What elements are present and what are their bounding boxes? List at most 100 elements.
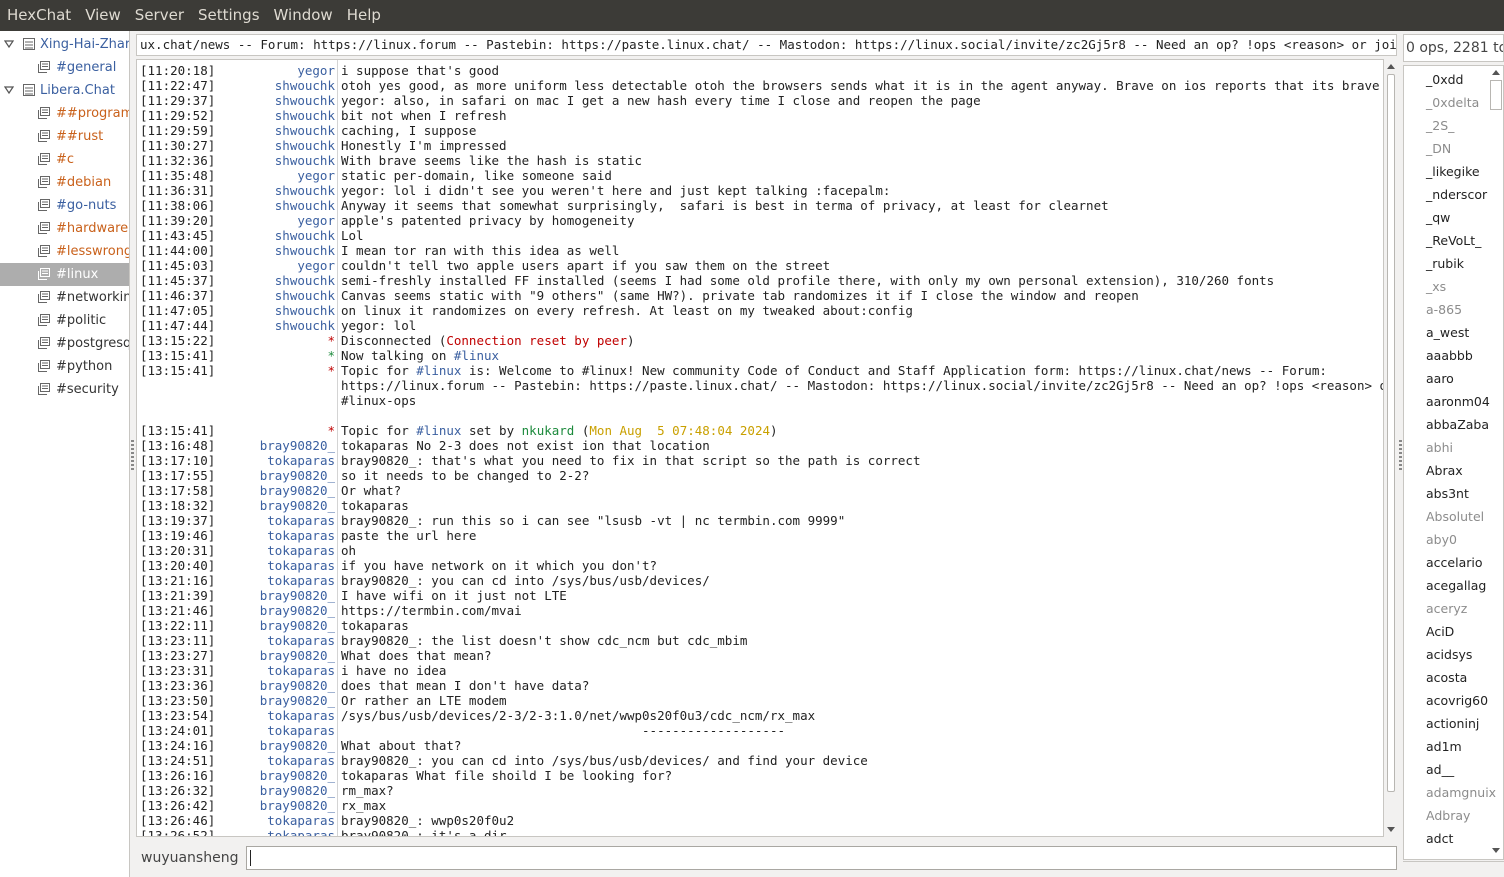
user-list-item[interactable]: a-865 <box>1426 302 1462 317</box>
expander-arrow-icon[interactable] <box>4 39 14 49</box>
userlist-scroll-thumb[interactable] <box>1490 80 1502 110</box>
nickname[interactable]: tokaparas <box>205 753 335 768</box>
nickname[interactable]: shwouchk <box>205 108 335 123</box>
user-list-item[interactable]: ad__ <box>1426 762 1454 777</box>
nickname[interactable]: yegor <box>205 63 335 78</box>
nickname[interactable]: yegor <box>205 213 335 228</box>
user-list-item[interactable]: Abrax <box>1426 463 1463 478</box>
tree-resize-grip[interactable] <box>131 440 134 470</box>
tree-channel-debian[interactable]: #debian <box>0 171 129 194</box>
nickname[interactable]: tokaparas <box>205 633 335 648</box>
user-list-item[interactable]: abhi <box>1426 440 1453 455</box>
nickname[interactable]: shwouchk <box>205 288 335 303</box>
tree-channel-c[interactable]: #c <box>0 148 129 171</box>
nickname[interactable]: bray90820_ <box>205 648 335 663</box>
tree-network-liberachat[interactable]: Libera.Chat <box>0 79 129 102</box>
user-list-item[interactable]: _2S_ <box>1426 118 1454 133</box>
user-list-item[interactable]: _nderscor <box>1426 187 1487 202</box>
nickname[interactable]: shwouchk <box>205 273 335 288</box>
nickname[interactable]: shwouchk <box>205 78 335 93</box>
tree-channel-linux[interactable]: #linux <box>0 263 129 286</box>
nickname[interactable]: tokaparas <box>205 513 335 528</box>
nickname[interactable]: shwouchk <box>205 183 335 198</box>
tree-channel-programm[interactable]: ##programm <box>0 102 129 125</box>
tree-channel-politic[interactable]: #politic <box>0 309 129 332</box>
user-list-item[interactable]: Adbray <box>1426 808 1470 823</box>
scroll-down-arrow-icon[interactable] <box>1385 824 1397 836</box>
nickname[interactable]: bray90820_ <box>205 768 335 783</box>
user-list-item[interactable]: acosta <box>1426 670 1467 685</box>
nickname[interactable]: shwouchk <box>205 138 335 153</box>
user-list-item[interactable]: ad1m <box>1426 739 1462 754</box>
nickname[interactable]: bray90820_ <box>205 738 335 753</box>
nickname[interactable]: shwouchk <box>205 93 335 108</box>
user-list-item[interactable]: AciD <box>1426 624 1454 639</box>
nickname[interactable]: bray90820_ <box>205 678 335 693</box>
nickname[interactable]: tokaparas <box>205 453 335 468</box>
chat-log[interactable]: [11:20:18] yegor i suppose that's good [11:… <box>136 59 1384 837</box>
user-list-item[interactable]: accelario <box>1426 555 1483 570</box>
user-list-item[interactable]: _likegike <box>1426 164 1480 179</box>
userlist-scroll-down-icon[interactable] <box>1490 845 1502 857</box>
nickname[interactable]: tokaparas <box>205 573 335 588</box>
nickname[interactable]: shwouchk <box>205 153 335 168</box>
nickname[interactable]: tokaparas <box>205 543 335 558</box>
nickname[interactable]: shwouchk <box>205 303 335 318</box>
nickname[interactable]: tokaparas <box>205 828 335 836</box>
message-input[interactable] <box>246 846 1397 870</box>
chat-scroll-thumb[interactable] <box>1387 74 1395 792</box>
nickname-button[interactable]: wuyuansheng <box>141 849 238 867</box>
nickname[interactable]: tokaparas <box>205 723 335 738</box>
nickname[interactable]: bray90820_ <box>205 468 335 483</box>
nickname[interactable]: bray90820_ <box>205 618 335 633</box>
nickname[interactable]: bray90820_ <box>205 798 335 813</box>
nickname[interactable]: tokaparas <box>205 558 335 573</box>
nickname[interactable]: yegor <box>205 258 335 273</box>
scroll-up-arrow-icon[interactable] <box>1385 60 1397 72</box>
user-list-item[interactable]: _ReVoLt_ <box>1426 233 1481 248</box>
user-list-item[interactable]: _0xdd <box>1426 72 1463 87</box>
nickname[interactable]: tokaparas <box>205 813 335 828</box>
user-list-item[interactable]: _DN <box>1426 141 1451 156</box>
tree-channel-gonuts[interactable]: #go-nuts <box>0 194 129 217</box>
userlist-scroll-up-icon[interactable] <box>1490 66 1502 78</box>
nickname[interactable]: bray90820_ <box>205 783 335 798</box>
tree-network-xinghaizhar[interactable]: Xing-Hai-Zhar <box>0 33 129 56</box>
nickname[interactable]: bray90820_ <box>205 588 335 603</box>
tree-channel-postgresq[interactable]: #postgresq <box>0 332 129 355</box>
expander-arrow-icon[interactable] <box>4 85 14 95</box>
nickname[interactable]: shwouchk <box>205 243 335 258</box>
user-list-item[interactable]: aaronm04 <box>1426 394 1490 409</box>
user-list-item[interactable]: abbaZaba <box>1426 417 1489 432</box>
tree-channel-security[interactable]: #security <box>0 378 129 401</box>
tree-channel-networkin[interactable]: #networkin <box>0 286 129 309</box>
user-list-item[interactable]: _xs <box>1426 279 1446 294</box>
menu-view[interactable]: View <box>78 0 128 31</box>
tree-channel-python[interactable]: #python <box>0 355 129 378</box>
user-list-item[interactable]: aaabbb <box>1426 348 1473 363</box>
tree-channel-lesswrong[interactable]: #lesswrong <box>0 240 129 263</box>
user-list-item[interactable]: acidsys <box>1426 647 1472 662</box>
user-list-item[interactable]: Absolutel <box>1426 509 1484 524</box>
nickname[interactable]: bray90820_ <box>205 438 335 453</box>
tree-channel-hardware[interactable]: #hardware <box>0 217 129 240</box>
userlist-resize-grip[interactable] <box>1399 440 1402 470</box>
user-list-item[interactable]: aceryz <box>1426 601 1467 616</box>
user-list-item[interactable]: _0xdelta <box>1426 95 1479 110</box>
nickname[interactable]: tokaparas <box>205 663 335 678</box>
nickname[interactable]: tokaparas <box>205 528 335 543</box>
user-list-item[interactable]: aaro <box>1426 371 1454 386</box>
nickname[interactable]: shwouchk <box>205 198 335 213</box>
nickname[interactable]: bray90820_ <box>205 693 335 708</box>
tree-channel-rust[interactable]: ##rust <box>0 125 129 148</box>
nickname[interactable]: shwouchk <box>205 123 335 138</box>
menu-hexchat[interactable]: HexChat <box>0 0 78 31</box>
user-list-item[interactable]: a_west <box>1426 325 1469 340</box>
menu-settings[interactable]: Settings <box>191 0 267 31</box>
user-list-item[interactable]: _qw <box>1426 210 1450 225</box>
topic-bar[interactable]: ux.chat/news -- Forum: https://linux.for… <box>136 34 1397 56</box>
nickname[interactable]: bray90820_ <box>205 603 335 618</box>
user-list-item[interactable]: adct <box>1426 831 1453 846</box>
nickname[interactable]: shwouchk <box>205 228 335 243</box>
user-list-item[interactable]: aby0 <box>1426 532 1457 547</box>
